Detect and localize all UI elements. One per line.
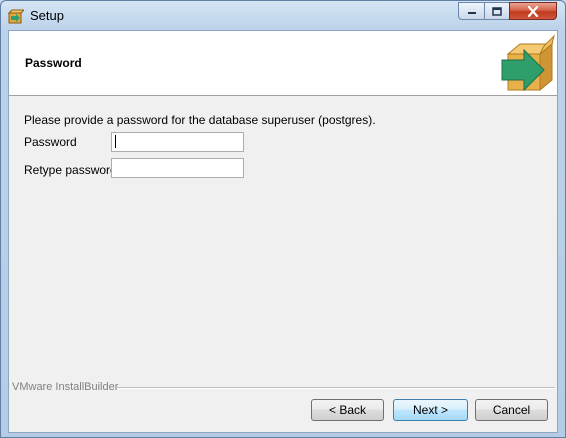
text-caret xyxy=(115,135,116,148)
cancel-button[interactable]: Cancel xyxy=(475,399,548,421)
intro-text: Please provide a password for the databa… xyxy=(24,113,376,127)
minimize-button[interactable] xyxy=(458,2,485,20)
maximize-button[interactable] xyxy=(484,2,510,20)
password-field[interactable] xyxy=(111,132,244,152)
back-button[interactable]: < Back xyxy=(311,399,384,421)
wizard-header: Password xyxy=(9,31,557,96)
wizard-client-area: Password Please provide a password for t… xyxy=(8,30,558,433)
title-bar[interactable]: Setup xyxy=(1,1,565,31)
maximize-icon xyxy=(492,6,502,16)
setup-window: Setup Password Please provide a password… xyxy=(0,0,566,438)
password-label: Password xyxy=(24,135,77,149)
installer-app-icon xyxy=(8,9,24,24)
footer-divider xyxy=(117,387,555,389)
next-button[interactable]: Next > xyxy=(393,399,468,421)
retype-password-field[interactable] xyxy=(111,158,244,178)
retype-password-label: Retype password xyxy=(24,163,117,177)
close-button[interactable] xyxy=(509,2,557,20)
page-title: Password xyxy=(25,56,82,70)
installbuilder-brand: VMware InstallBuilder xyxy=(12,381,119,393)
installer-box-logo-icon xyxy=(501,34,555,92)
minimize-icon xyxy=(467,12,476,14)
close-icon xyxy=(527,5,539,17)
window-title: Setup xyxy=(30,8,64,23)
